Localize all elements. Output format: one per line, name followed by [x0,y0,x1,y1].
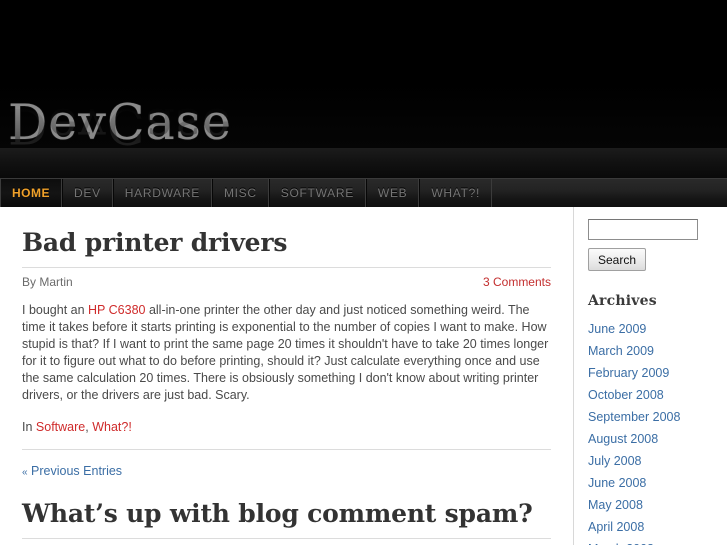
page-body: Bad printer drivers By Martin 3 Comments… [0,207,727,545]
archive-item[interactable]: May 2008 [588,494,727,516]
archive-item[interactable]: April 2008 [588,516,727,538]
category-prefix: In [22,419,36,434]
post-article-1: Bad printer drivers By Martin 3 Comments… [22,228,551,434]
nav-item-software[interactable]: SOFTWARE [268,179,366,207]
previous-entries-link[interactable]: « Previous Entries [22,464,551,478]
post-meta: By Martin 3 Comments [22,275,551,289]
nav-item-hardware[interactable]: HARDWARE [112,179,212,207]
sidebar: Search Archives June 2009 March 2009 Febru… [575,207,727,545]
previous-entries-label: Previous Entries [31,463,123,478]
category-link-software[interactable]: Software [36,420,85,434]
post-comments-link[interactable]: 3 Comments [483,275,551,289]
site-header: DevCase DevCase [0,0,727,178]
site-logo-reflection: DevCase [8,97,232,154]
post-body: I bought an HP C6380 all-in-one printer … [22,302,551,404]
archives-list: June 2009 March 2009 February 2009 October … [588,318,727,545]
archive-item[interactable]: June 2009 [588,318,727,340]
main-content: Bad printer drivers By Martin 3 Comments… [0,207,574,545]
nav-item-dev[interactable]: DEV [62,179,113,207]
post-article-2: What’s up with blog comment spam? [22,499,551,539]
page-root: DevCase DevCase HOME DEV HARDWARE MISC SOFTW… [0,0,727,545]
search-input[interactable] [588,219,698,240]
nav-item-web[interactable]: WEB [365,179,420,207]
archive-item[interactable]: July 2008 [588,450,727,472]
hp-printer-link[interactable]: HP C6380 [88,303,145,317]
post-author: By Martin [22,274,73,289]
archive-item[interactable]: August 2008 [588,428,727,450]
archive-item[interactable]: October 2008 [588,384,727,406]
post-divider [22,448,551,450]
post-title-2[interactable]: What’s up with blog comment spam? [22,499,551,529]
archive-item[interactable]: June 2008 [588,472,727,494]
archives-heading: Archives [588,293,657,309]
post-title-link-2[interactable]: What’s up with blog comment spam? [22,499,533,528]
nav-item-misc[interactable]: MISC [211,179,269,207]
archive-item[interactable]: March 2009 [588,340,727,362]
post-title-divider-2 [22,537,551,539]
post-title-link[interactable]: Bad printer drivers [22,228,287,257]
main-navigation: HOME DEV HARDWARE MISC SOFTWARE WEB WHAT?! [0,178,727,207]
category-link-what[interactable]: What?! [92,420,132,434]
post-title[interactable]: Bad printer drivers [22,228,551,258]
archive-item[interactable]: March 2008 [588,538,727,545]
archive-item[interactable]: February 2009 [588,362,727,384]
nav-item-home[interactable]: HOME [0,179,62,207]
post-body-text-after: all-in-one printer the other day and jus… [22,302,549,402]
post-title-divider [22,266,551,268]
search-form: Search [588,219,727,271]
chevron-left-icon: « [22,466,28,478]
header-reflection-floor [0,148,727,178]
search-button[interactable]: Search [588,248,647,271]
post-body-text-before: I bought an [22,302,89,317]
post-categories: In Software, What?! [22,420,551,434]
nav-item-what[interactable]: WHAT?! [419,179,493,207]
archive-item[interactable]: September 2008 [588,406,727,428]
